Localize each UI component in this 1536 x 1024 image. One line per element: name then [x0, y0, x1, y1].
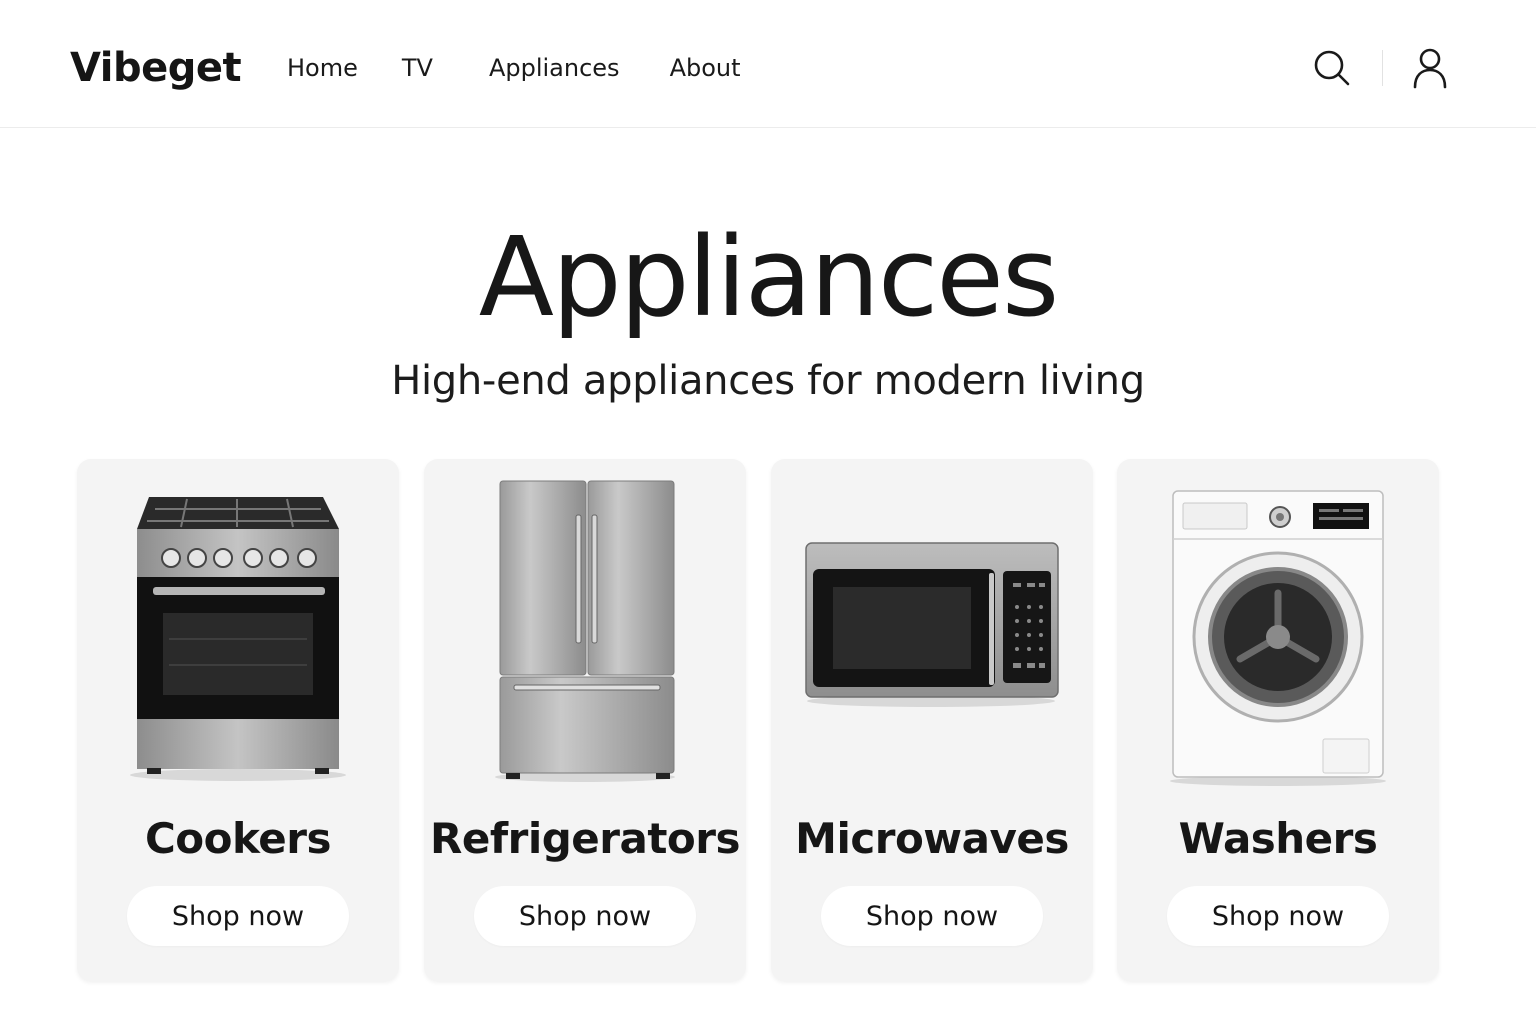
- shop-now-button[interactable]: Shop now: [821, 886, 1043, 946]
- brand-logo[interactable]: Vibeget: [70, 40, 242, 96]
- shop-now-button[interactable]: Shop now: [1167, 886, 1389, 946]
- refrigerator-image: [495, 480, 675, 782]
- nav-appliances[interactable]: Appliances: [489, 50, 620, 86]
- main-nav: Home TV Appliances About: [287, 50, 741, 86]
- shop-now-button[interactable]: Shop now: [474, 886, 696, 946]
- header-divider: [1382, 50, 1383, 86]
- category-card-refrigerators[interactable]: Refrigerators Shop now: [424, 459, 746, 981]
- nav-about[interactable]: About: [670, 50, 741, 86]
- category-card-cookers[interactable]: Cookers Shop now: [77, 459, 399, 981]
- search-button[interactable]: [1310, 46, 1354, 90]
- washer-image: [1170, 490, 1386, 786]
- category-card-microwaves[interactable]: Microwaves Shop now: [771, 459, 1093, 981]
- account-button[interactable]: [1408, 46, 1452, 90]
- user-icon: [1413, 48, 1447, 89]
- page-title: Appliances: [478, 213, 1060, 341]
- shop-now-button[interactable]: Shop now: [127, 886, 349, 946]
- category-name: Refrigerators: [430, 814, 740, 863]
- search-icon: [1314, 50, 1350, 86]
- site-header: Vibeget Home TV Appliances About: [0, 0, 1536, 128]
- category-name: Microwaves: [795, 814, 1069, 863]
- cooker-image: [130, 497, 346, 781]
- page-subtitle: High-end appliances for modern living: [391, 358, 1145, 404]
- category-name: Washers: [1178, 814, 1378, 863]
- microwave-image: [805, 542, 1059, 707]
- category-card-washers[interactable]: Washers Shop now: [1117, 459, 1439, 981]
- category-name: Cookers: [144, 814, 332, 863]
- nav-home[interactable]: Home: [287, 50, 358, 86]
- nav-tv[interactable]: TV: [402, 50, 433, 86]
